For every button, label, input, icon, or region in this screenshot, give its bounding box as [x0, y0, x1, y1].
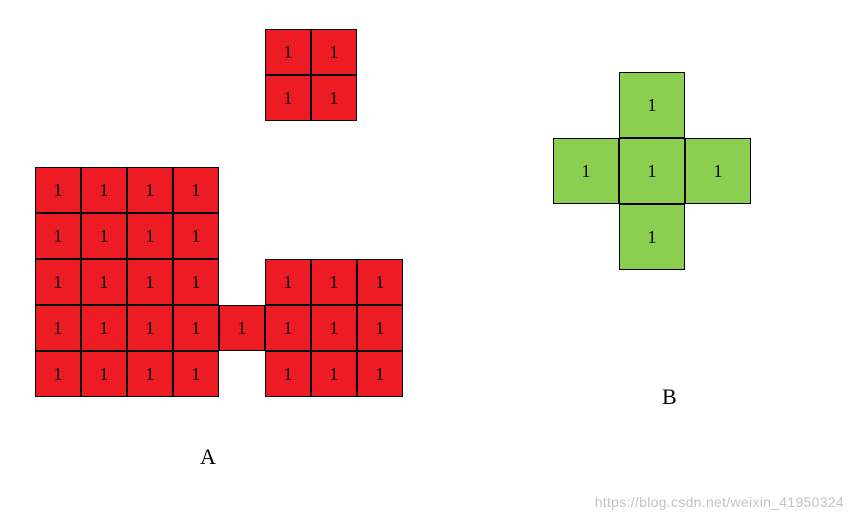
shape-a-cell: 1	[127, 259, 173, 305]
shape-b-cell: 1	[619, 72, 685, 138]
shape-a-cell: 1	[127, 213, 173, 259]
shape-a-cell: 1	[173, 351, 219, 397]
label-b: B	[662, 384, 677, 410]
label-a: A	[200, 444, 216, 470]
shape-a-cell: 1	[265, 29, 311, 75]
shape-a-cell: 1	[127, 351, 173, 397]
shape-a-cell: 1	[81, 167, 127, 213]
shape-a-cell: 1	[81, 213, 127, 259]
shape-a-cell: 1	[265, 75, 311, 121]
shape-a-cell: 1	[35, 305, 81, 351]
shape-a-cell: 1	[311, 351, 357, 397]
shape-a-cell: 1	[265, 351, 311, 397]
diagram-canvas: 1111111111111111111111111111111111 11111…	[0, 0, 854, 516]
shape-a-cell: 1	[127, 305, 173, 351]
shape-a-cell: 1	[357, 259, 403, 305]
shape-b-cell: 1	[553, 138, 619, 204]
shape-a-cell: 1	[173, 305, 219, 351]
shape-a-cell: 1	[81, 305, 127, 351]
watermark-text: https://blog.csdn.net/weixin_41950324	[595, 494, 844, 510]
shape-b-cell: 1	[685, 138, 751, 204]
shape-a-cell: 1	[311, 305, 357, 351]
shape-a-cell: 1	[265, 305, 311, 351]
shape-a-cell: 1	[35, 351, 81, 397]
shape-a-cell: 1	[173, 259, 219, 305]
shape-a-cell: 1	[127, 167, 173, 213]
shape-b-cell: 1	[619, 204, 685, 270]
shape-a-cell: 1	[35, 167, 81, 213]
shape-a-cell: 1	[265, 259, 311, 305]
shape-a-cell: 1	[81, 351, 127, 397]
shape-a-cell: 1	[311, 259, 357, 305]
shape-a-cell: 1	[173, 213, 219, 259]
shape-a-cell: 1	[311, 75, 357, 121]
shape-b-cell: 1	[619, 138, 685, 204]
shape-a-cell: 1	[219, 305, 265, 351]
shape-a-cell: 1	[81, 259, 127, 305]
shape-a-cell: 1	[357, 351, 403, 397]
shape-a-cell: 1	[357, 305, 403, 351]
shape-a-cell: 1	[311, 29, 357, 75]
shape-a-cell: 1	[35, 259, 81, 305]
shape-a-cell: 1	[35, 213, 81, 259]
shape-a-cell: 1	[173, 167, 219, 213]
